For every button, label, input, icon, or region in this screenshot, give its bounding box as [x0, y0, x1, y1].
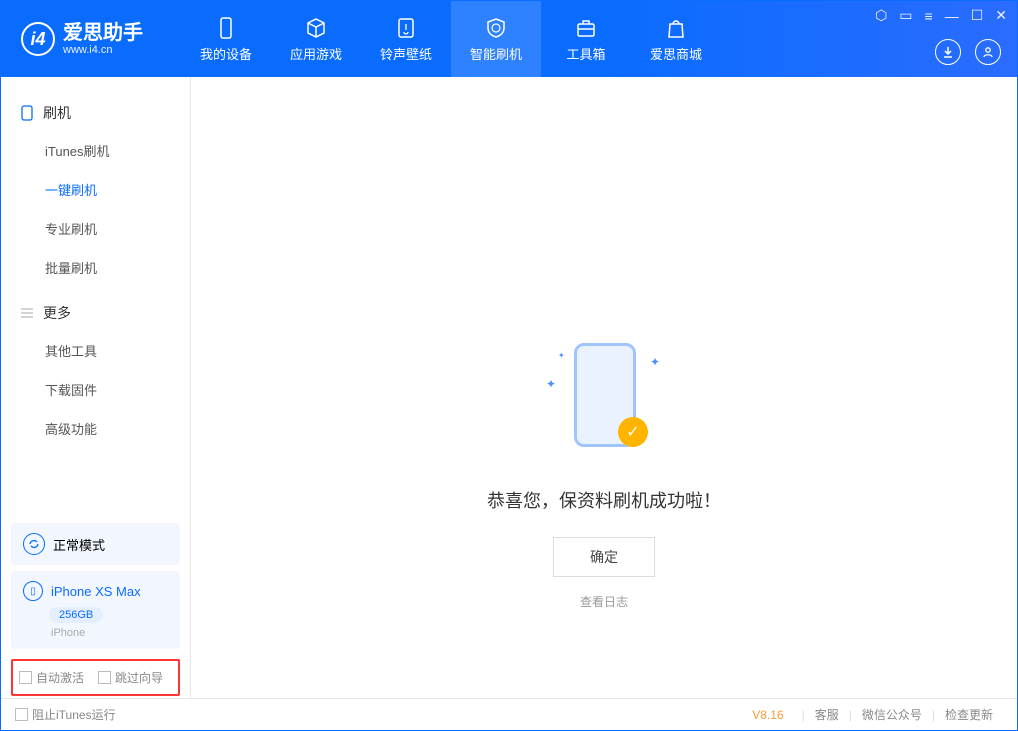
sidebar-item-advanced[interactable]: 高级功能 [1, 409, 190, 448]
phone-outline-icon [19, 105, 35, 121]
note-icon[interactable]: ▭ [899, 7, 912, 24]
check-badge-icon: ✓ [618, 417, 648, 447]
close-button[interactable]: ✕ [995, 7, 1007, 24]
main-nav: 我的设备 应用游戏 铃声壁纸 智能刷机 工具箱 爱思商城 [181, 1, 721, 77]
statusbar: 阻止iTunes运行 V8.16 | 客服 | 微信公众号 | 检查更新 [1, 698, 1017, 730]
sidebar-item-download-firmware[interactable]: 下载固件 [1, 370, 190, 409]
options-row: 自动激活 跳过向导 [11, 659, 180, 696]
sidebar-item-itunes-flash[interactable]: iTunes刷机 [1, 131, 190, 170]
toolbox-icon [574, 16, 598, 40]
menu-icon[interactable]: ≡ [925, 8, 933, 24]
checkbox-auto-activate[interactable] [19, 671, 32, 684]
device-capacity: 256GB [49, 607, 103, 623]
success-message: 恭喜您，保资料刷机成功啦！ [487, 487, 721, 513]
nav-ringtone-wallpaper[interactable]: 铃声壁纸 [361, 1, 451, 77]
device-type: iPhone [51, 627, 168, 639]
sidebar-item-pro-flash[interactable]: 专业刷机 [1, 209, 190, 248]
device-icon [214, 16, 238, 40]
success-illustration: ✦ ✦ ✦ ✓ [544, 337, 664, 457]
mode-card[interactable]: 正常模式 [11, 523, 180, 565]
phone-small-icon: ▯ [23, 581, 43, 601]
block-itunes-label: 阻止iTunes运行 [32, 706, 116, 723]
link-check-update[interactable]: 检查更新 [945, 706, 993, 723]
sidebar: 刷机 iTunes刷机 一键刷机 专业刷机 批量刷机 更多 其他工具 下载固件 … [1, 77, 191, 698]
sidebar-item-batch-flash[interactable]: 批量刷机 [1, 248, 190, 287]
user-button[interactable] [975, 39, 1001, 65]
content-area: ✦ ✦ ✦ ✓ 恭喜您，保资料刷机成功啦！ 确定 查看日志 [191, 77, 1017, 698]
link-support[interactable]: 客服 [815, 706, 839, 723]
app-subtitle: www.i4.cn [63, 44, 143, 56]
nav-toolbox[interactable]: 工具箱 [541, 1, 631, 77]
app-title: 爱思助手 [63, 22, 143, 44]
shield-sync-icon [484, 16, 508, 40]
minimize-button[interactable]: — [945, 8, 959, 24]
device-card[interactable]: ▯ iPhone XS Max 256GB iPhone [11, 571, 180, 649]
nav-store[interactable]: 爱思商城 [631, 1, 721, 77]
link-wechat[interactable]: 微信公众号 [862, 706, 922, 723]
version-label: V8.16 [752, 708, 783, 722]
nav-apps-games[interactable]: 应用游戏 [271, 1, 361, 77]
view-log-link[interactable]: 查看日志 [580, 593, 628, 610]
sidebar-group-flash: 刷机 [1, 95, 190, 131]
sidebar-group-more: 更多 [1, 295, 190, 331]
logo-icon: i4 [21, 22, 55, 56]
confirm-button[interactable]: 确定 [553, 537, 655, 577]
maximize-button[interactable]: ☐ [971, 7, 984, 24]
sidebar-item-oneclick-flash[interactable]: 一键刷机 [1, 170, 190, 209]
window-controls: ⬡ ▭ ≡ — ☐ ✕ [875, 7, 1007, 24]
app-logo: i4 爱思助手 www.i4.cn [1, 1, 161, 77]
tshirt-icon[interactable]: ⬡ [875, 7, 887, 24]
titlebar: i4 爱思助手 www.i4.cn 我的设备 应用游戏 铃声壁纸 智能刷机 [1, 1, 1017, 77]
device-name: iPhone XS Max [51, 584, 141, 599]
checkbox-skip-guide[interactable] [98, 671, 111, 684]
checkbox-block-itunes[interactable] [15, 708, 28, 721]
nav-my-device[interactable]: 我的设备 [181, 1, 271, 77]
sync-icon [23, 533, 45, 555]
download-button[interactable] [935, 39, 961, 65]
cube-icon [304, 16, 328, 40]
nav-smart-flash[interactable]: 智能刷机 [451, 1, 541, 77]
music-file-icon [394, 16, 418, 40]
list-icon [19, 305, 35, 321]
bag-icon [664, 16, 688, 40]
sidebar-item-other-tools[interactable]: 其他工具 [1, 331, 190, 370]
